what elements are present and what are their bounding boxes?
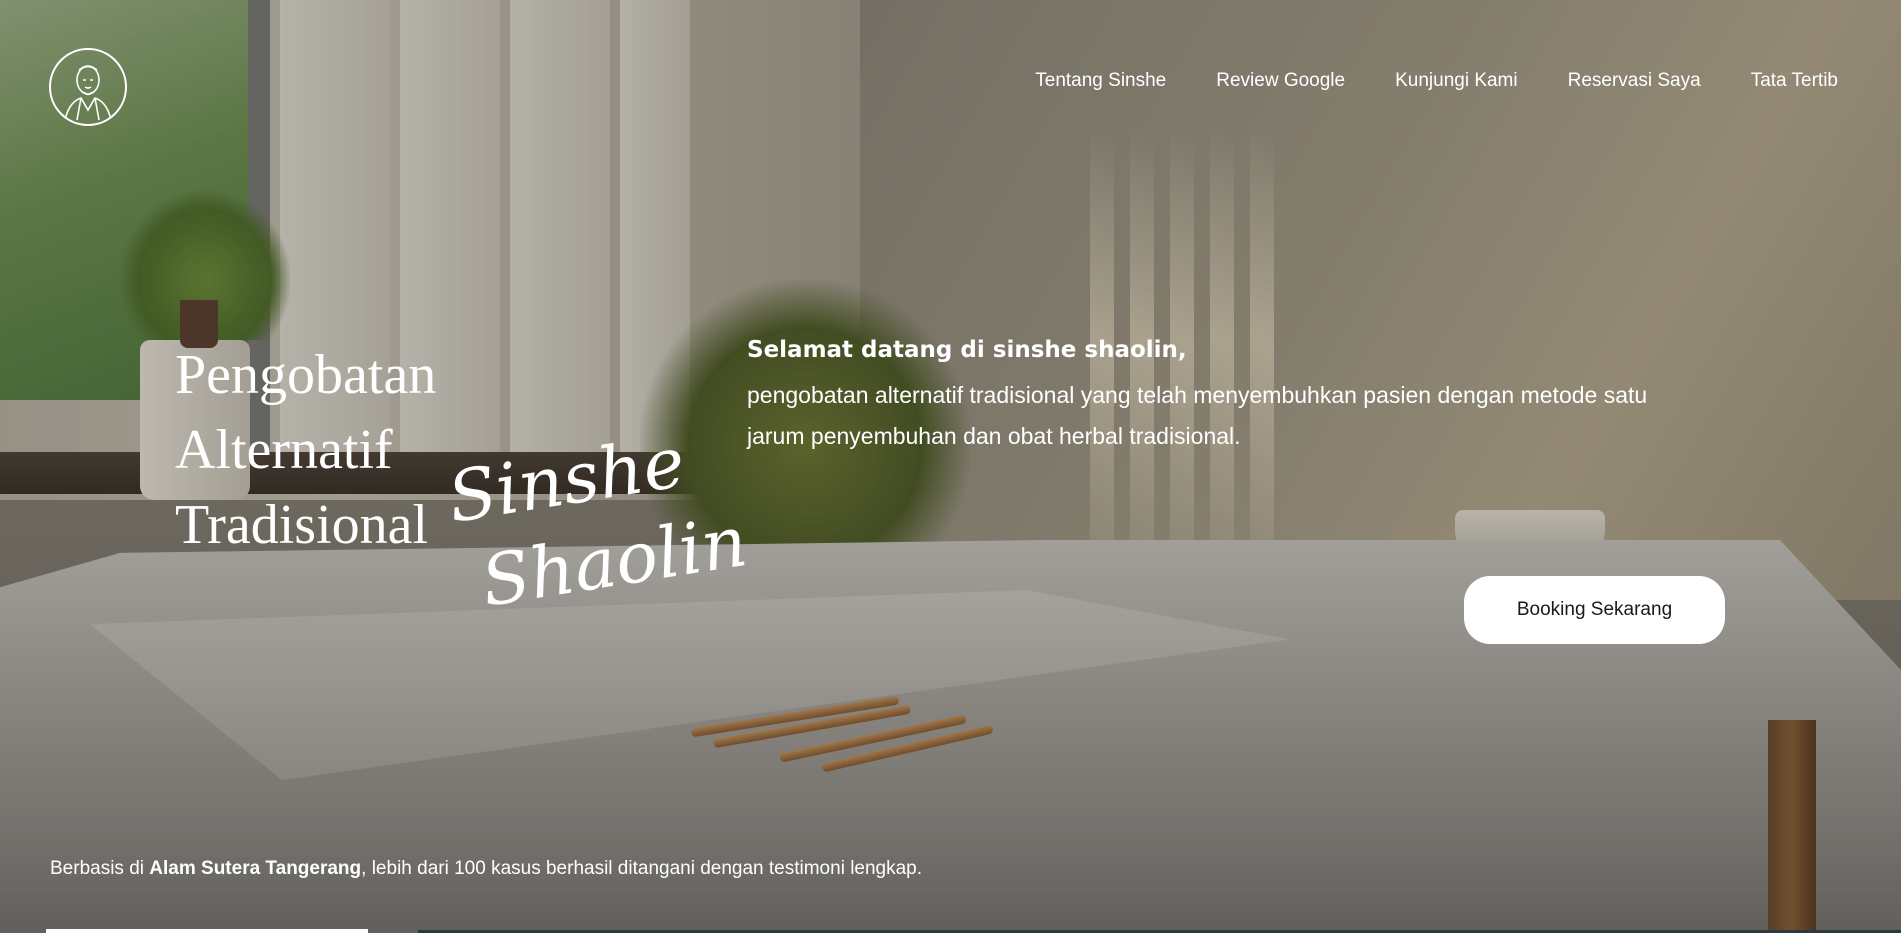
location-name: Alam Sutera Tangerang xyxy=(149,858,362,879)
nav-review-google[interactable]: Review Google xyxy=(1216,70,1345,92)
location-note-prefix: Berbasis di xyxy=(50,858,150,879)
hero-title-line: Tradisional xyxy=(175,494,429,556)
hero-title-line: Alternatif xyxy=(175,419,393,481)
nav-kunjungi-kami[interactable]: Kunjungi Kami xyxy=(1395,70,1518,92)
nav-tentang-sinshe[interactable]: Tentang Sinshe xyxy=(1035,70,1166,92)
shaolin-monk-portrait-icon xyxy=(64,65,112,121)
logo[interactable] xyxy=(49,48,127,126)
location-note: Berbasis di Alam Sutera Tangerang, lebih… xyxy=(50,858,922,880)
hero-title: Pengobatan Alternatif Tradisional xyxy=(175,338,436,563)
main-nav: Tentang Sinshe Review Google Kunjungi Ka… xyxy=(1035,70,1838,92)
welcome-description: pengobatan alternatif tradisional yang t… xyxy=(747,382,1648,449)
section-indicator-bar xyxy=(46,929,368,933)
booking-now-button[interactable]: Booking Sekarang xyxy=(1464,576,1725,644)
nav-tata-tertib[interactable]: Tata Tertib xyxy=(1751,70,1838,92)
nav-reservasi-saya[interactable]: Reservasi Saya xyxy=(1568,70,1701,92)
hero-title-line: Pengobatan xyxy=(175,344,437,406)
welcome-heading: Selamat datang di sinshe shaolin, xyxy=(747,337,1187,363)
location-note-suffix: , lebih dari 100 kasus berhasil ditangan… xyxy=(361,858,923,879)
